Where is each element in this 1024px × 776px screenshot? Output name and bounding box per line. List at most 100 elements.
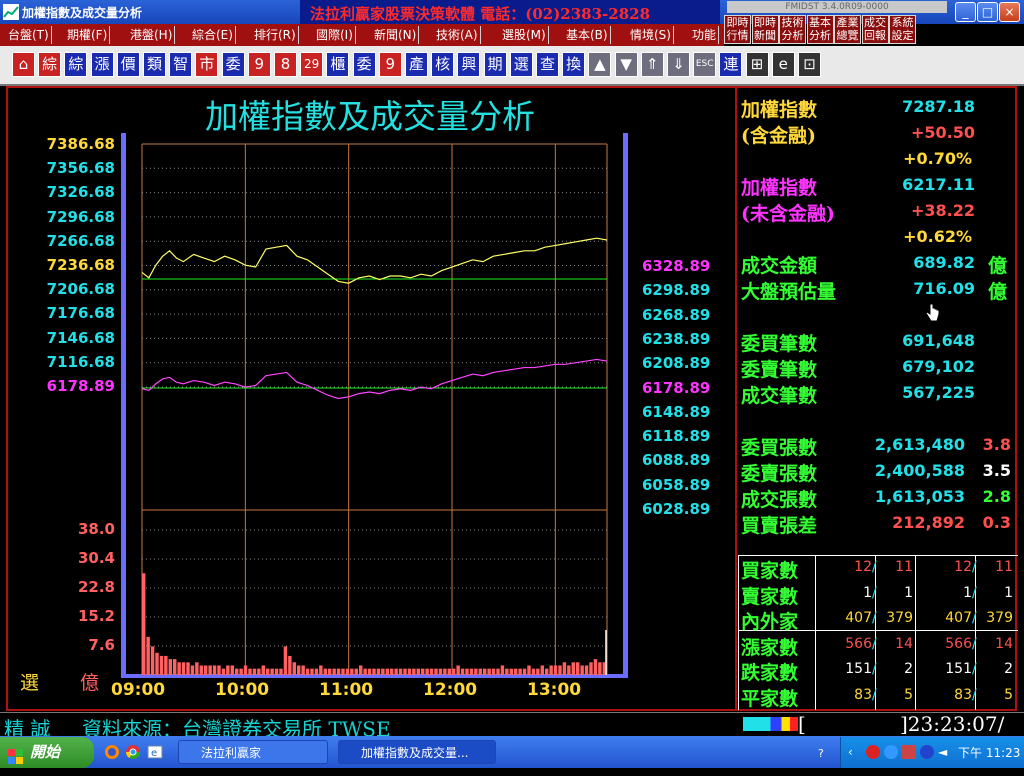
breadth-cell: 12 <box>954 559 972 575</box>
quick-button-5[interactable]: 成交回報 <box>861 15 889 44</box>
version-label: FMIDST 3.4.0R09-0000 <box>727 1 947 13</box>
index-excl-pct: +0.62% <box>903 227 972 246</box>
volume-bar <box>536 668 540 675</box>
tray-app-icon[interactable] <box>866 745 880 759</box>
firefox-icon[interactable] <box>104 744 120 764</box>
browser-icon[interactable]: e <box>771 52 795 77</box>
y-tick-left: 7386.68 <box>46 135 115 153</box>
tray-help-icon[interactable]: ? <box>818 747 824 760</box>
volume-bar <box>438 668 443 675</box>
taskbar-item-window[interactable]: 加權指數及成交量... <box>338 740 496 764</box>
volume-bar <box>248 668 252 675</box>
volume-bar <box>195 662 199 675</box>
quick-button-3[interactable]: 基本分析 <box>806 15 834 44</box>
estimate-label: 大盤預估量 <box>741 281 837 303</box>
volume-bar <box>341 668 345 675</box>
volume-bar <box>239 668 243 675</box>
turnover-value: 689.82 <box>913 253 975 272</box>
chrome-icon[interactable] <box>125 744 141 764</box>
breadth-label: 平家數 <box>741 687 799 710</box>
breadth-gridline <box>738 555 739 710</box>
minimize-button[interactable]: _ <box>955 2 976 22</box>
index-incl-pct: +0.70% <box>903 149 972 168</box>
volume-tick: 7.6 <box>88 636 115 654</box>
volume-bar <box>434 668 438 675</box>
volume-bar <box>310 668 314 675</box>
volume-bar <box>567 665 571 675</box>
volume-bar <box>558 665 562 675</box>
index-excl-value: 6217.11 <box>902 175 975 194</box>
volume-bar <box>540 665 544 675</box>
volume-bar <box>297 665 301 675</box>
volume-tick: 15.2 <box>77 607 115 625</box>
tray-network-icon[interactable] <box>884 745 898 759</box>
sheet-label: 成交張數 <box>741 489 818 511</box>
volume-bar <box>208 665 212 675</box>
tray-bluetooth-icon[interactable] <box>920 745 934 759</box>
y-tick-right: 6328.89 <box>642 257 711 275</box>
volume-unit-label: 億 <box>80 672 100 694</box>
volume-bar <box>505 668 509 675</box>
sheet-label: 買賣張差 <box>741 515 818 537</box>
status-time: ]23:23:07/ <box>900 712 1005 736</box>
maximize-button[interactable]: □ <box>977 2 998 22</box>
volume-bar <box>403 668 407 675</box>
breadth-label: 跌家數 <box>741 662 799 684</box>
tray-volume-icon[interactable]: ◄ <box>938 745 947 759</box>
window-icon[interactable]: ⊞ <box>745 52 769 77</box>
y-tick-right: 6088.89 <box>642 451 711 470</box>
volume-bar <box>545 668 549 675</box>
volume-bar <box>199 665 203 675</box>
volume-bar <box>478 668 482 675</box>
quick-button-4[interactable]: 產業總覽 <box>834 15 861 44</box>
sheet-label: 委買張數 <box>741 437 818 459</box>
volume-bar <box>425 668 429 675</box>
mouse-cursor-icon <box>924 302 942 330</box>
volume-bar <box>576 662 580 675</box>
breadth-cell: 407 <box>945 610 972 626</box>
taskbar-clock: 下午 11:23 <box>958 746 1021 760</box>
volume-tick: 22.8 <box>77 578 115 596</box>
tray-expand-icon[interactable]: ‹ <box>848 745 853 759</box>
breadth-cell: 1 <box>904 584 913 601</box>
volume-bar <box>456 665 460 675</box>
volume-bar <box>217 665 221 675</box>
volume-bar <box>359 665 363 675</box>
quick-button-6[interactable]: 系統設定 <box>889 15 916 44</box>
breadth-cell: 151 <box>945 661 972 677</box>
volume-bar <box>226 665 230 675</box>
connection-indicator <box>743 717 798 731</box>
status-bracket: [ <box>798 712 806 736</box>
count-value: 679,102 <box>902 357 975 376</box>
y-tick-right: 6268.89 <box>642 305 711 324</box>
quick-button-2[interactable]: 技術分析 <box>779 15 806 44</box>
breadth-cell: 2 <box>904 661 913 677</box>
y-tick-left: 7356.68 <box>46 159 115 178</box>
sheet-ratio: 3.5 <box>982 461 1011 480</box>
chart-left-bar <box>121 133 126 678</box>
volume-bar <box>522 668 527 675</box>
start-button[interactable]: 開始 <box>0 737 94 768</box>
volume-bar <box>345 668 350 675</box>
y-tick-left: 7326.68 <box>46 183 115 202</box>
y-tick-right: 6028.89 <box>642 500 711 518</box>
taskbar-item-app[interactable]: 法拉利贏家 <box>178 740 328 764</box>
index-incl-value: 7287.18 <box>902 97 975 116</box>
quick-button-1[interactable]: 即時新聞 <box>751 15 779 44</box>
y-tick-left: 7206.68 <box>46 280 115 299</box>
volume-bar <box>177 662 181 675</box>
volume-tick: 30.4 <box>77 549 115 567</box>
count-label: 委賣筆數 <box>741 359 818 381</box>
volume-bar <box>230 665 234 675</box>
explorer-icon[interactable]: e <box>147 744 163 764</box>
volume-side-label: 選 <box>20 672 40 694</box>
close-button[interactable]: × <box>999 2 1020 22</box>
volume-bar <box>235 668 239 675</box>
volume-bar <box>584 665 589 675</box>
x-tick-label: 11:00 <box>319 680 374 700</box>
count-label: 成交筆數 <box>741 385 818 407</box>
tray-security-icon[interactable] <box>902 745 916 759</box>
breadth-label: 內外家 <box>741 611 799 633</box>
lock-icon[interactable]: ⊡ <box>798 52 821 77</box>
breadth-cell: 379 <box>886 610 913 626</box>
